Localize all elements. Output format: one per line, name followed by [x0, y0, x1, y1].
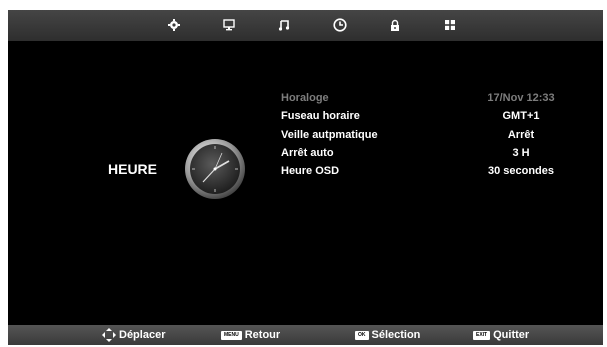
- setting-row-arret-auto[interactable]: Arrêt auto 3 H: [281, 147, 581, 165]
- setting-label: Veille autpmatique: [281, 129, 378, 141]
- hint-menu: MENU Retour: [221, 328, 280, 342]
- direction-arrows-icon: [102, 328, 116, 342]
- section-title: HEURE: [108, 161, 158, 177]
- menu-key-icon: MENU: [221, 330, 242, 340]
- setting-row-fuseau-horaire[interactable]: Fuseau horaire GMT+1: [281, 110, 581, 128]
- setting-label: Horaloge: [281, 92, 329, 104]
- music-icon[interactable]: [277, 18, 291, 32]
- exit-key-icon: EXIT: [473, 330, 491, 340]
- picture-icon[interactable]: [222, 18, 236, 32]
- menu-bar: [8, 10, 603, 41]
- setting-value: 17/Nov 12:33: [487, 92, 555, 104]
- hint-ok: OK Sélection: [355, 328, 420, 342]
- setting-row-veille-automatique[interactable]: Veille autpmatique Arrêt: [281, 129, 581, 147]
- setting-value: GMT+1: [502, 110, 540, 122]
- analog-clock-icon: [184, 138, 246, 200]
- setting-row-heure-osd[interactable]: Heure OSD 30 secondes: [281, 165, 581, 183]
- setting-label: Fuseau horaire: [281, 110, 360, 122]
- lock-icon[interactable]: [388, 18, 402, 32]
- setting-label: Arrêt auto: [281, 147, 334, 159]
- hint-menu-label: Retour: [244, 329, 281, 341]
- setting-label: Heure OSD: [281, 165, 340, 177]
- hint-exit-label: Quitter: [493, 329, 530, 341]
- apps-icon[interactable]: [443, 18, 457, 32]
- hint-exit: EXIT Quitter: [473, 328, 529, 342]
- hint-move-label: Déplacer: [119, 329, 166, 341]
- hint-bar: Déplacer MENU Retour OK Sélection EXIT Q…: [8, 325, 603, 345]
- setting-value: 30 secondes: [487, 165, 555, 177]
- settings-icon[interactable]: [167, 18, 181, 32]
- setting-value: Arrêt: [507, 129, 535, 141]
- hint-ok-label: Sélection: [371, 329, 421, 341]
- hint-move: Déplacer: [102, 328, 165, 342]
- setting-row-horaloge: Horaloge 17/Nov 12:33: [281, 92, 581, 110]
- clock-icon[interactable]: [333, 18, 347, 32]
- setting-value: 3 H: [512, 147, 530, 159]
- ok-key-icon: OK: [355, 330, 369, 340]
- tv-osd-screen: HEURE Horaloge 17/Nov 12:33 Fuseau horai…: [8, 10, 603, 345]
